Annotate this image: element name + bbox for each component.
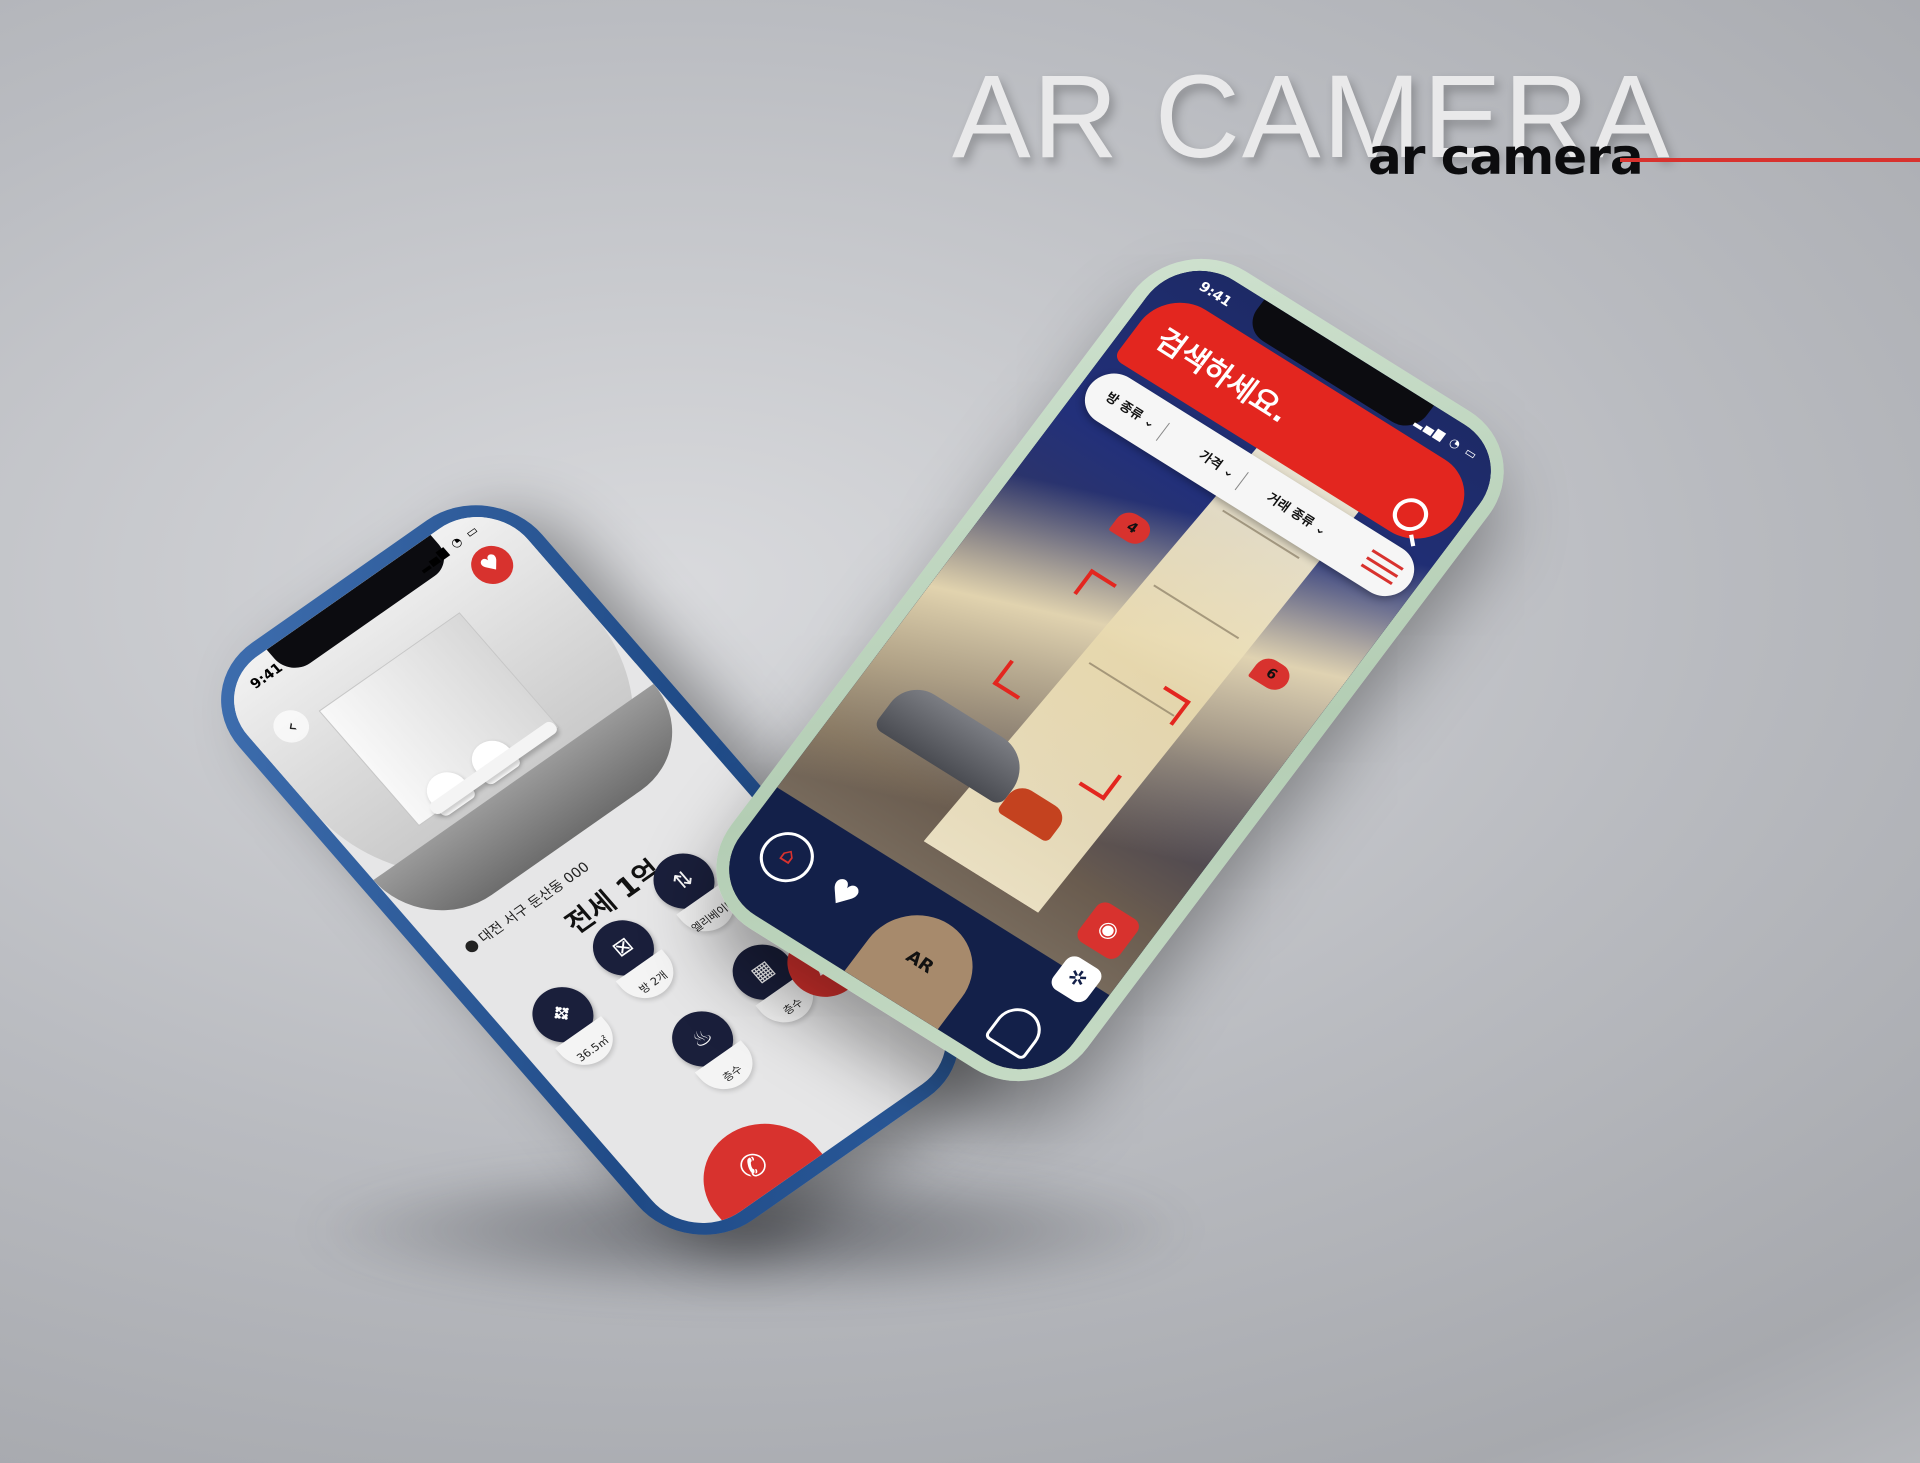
filter-label: 방 종류 — [1102, 390, 1146, 424]
profile-icon[interactable] — [983, 999, 1051, 1062]
sliders-icon[interactable] — [1358, 546, 1407, 589]
accent-line — [1620, 158, 1920, 162]
filter-label: 가격 — [1195, 448, 1225, 474]
heart-icon[interactable]: ♥ — [808, 864, 875, 925]
filter-label: 거래 종류 — [1263, 490, 1317, 531]
hero-subtitle: ar camera — [1368, 128, 1644, 186]
ar-screen: 9:41 ▂▄▆ ◔ ▭ 검색하세요. 방 종류 ⌄ 가격 ⌄ 거래 종류 ⌄ … — [704, 248, 1516, 1092]
filter-price[interactable]: 가격 ⌄ — [1193, 445, 1250, 490]
search-icon[interactable] — [1385, 491, 1436, 538]
home-icon[interactable]: ⌂ — [749, 822, 825, 892]
